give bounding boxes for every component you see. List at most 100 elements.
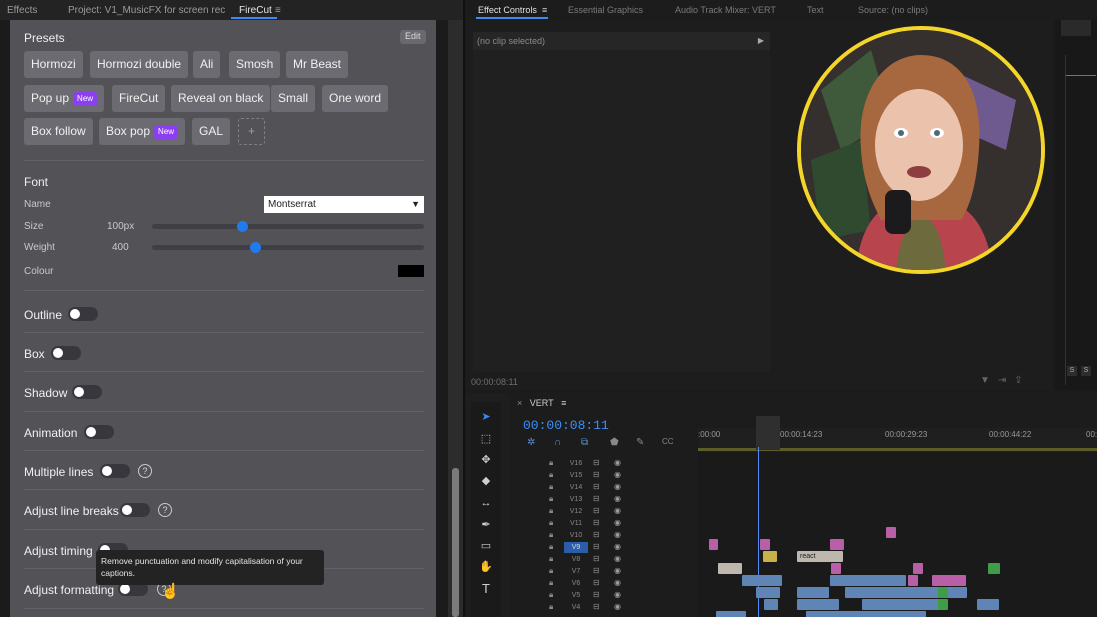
track-name[interactable]: V5 <box>564 590 588 601</box>
eye-icon[interactable]: ◉ <box>614 566 621 575</box>
eye-icon[interactable]: ◉ <box>614 554 621 563</box>
track-name[interactable]: V11 <box>564 518 588 529</box>
timeline-clip[interactable]: react <box>797 551 843 562</box>
playhead-timecode[interactable]: 00:00:08:11 <box>523 418 609 433</box>
sync-icon[interactable]: ⊟ <box>593 506 600 515</box>
nest-icon[interactable]: ✲ <box>527 437 535 448</box>
timeline-clip[interactable] <box>806 611 926 617</box>
track-select-tool-icon[interactable]: ⬚ <box>479 432 493 446</box>
lock-icon[interactable]: 🔒︎ <box>549 578 553 588</box>
timeline-clip[interactable] <box>908 575 918 586</box>
font-size-slider-handle[interactable] <box>237 221 248 232</box>
play-triangle-icon[interactable]: ▶ <box>758 32 764 50</box>
timeline-clip[interactable] <box>830 575 906 586</box>
track-name[interactable]: V15 <box>564 470 588 481</box>
lock-icon[interactable]: 🔒︎ <box>549 530 553 540</box>
panel-menu-icon[interactable]: ≡ <box>561 398 566 408</box>
eye-icon[interactable]: ◉ <box>614 518 621 527</box>
font-colour-swatch[interactable] <box>398 265 424 277</box>
timeline-clip[interactable] <box>718 563 742 574</box>
type-tool-icon[interactable]: T <box>479 582 493 596</box>
export-icon[interactable]: ⇥ <box>998 375 1014 386</box>
linked-selection-icon[interactable]: ⧉ <box>581 437 588 448</box>
timeline-clip[interactable] <box>763 551 777 562</box>
lock-icon[interactable]: 🔒︎ <box>549 506 553 516</box>
tab-effect-controls[interactable]: Effect Controls <box>478 5 537 15</box>
multiple-lines-toggle[interactable] <box>100 464 130 478</box>
ripple-edit-tool-icon[interactable]: ✥ <box>479 453 493 467</box>
track-name[interactable]: V7 <box>564 566 588 577</box>
sync-icon[interactable]: ⊟ <box>593 554 600 563</box>
lock-icon[interactable]: 🔒︎ <box>549 494 553 504</box>
shadow-toggle[interactable] <box>72 385 102 399</box>
sync-icon[interactable]: ⊟ <box>593 470 600 479</box>
timeline-clip[interactable] <box>988 563 1000 574</box>
tab-project[interactable]: Project: V1_MusicFX for screen rec <box>68 5 225 16</box>
help-icon[interactable]: ? <box>158 503 172 517</box>
sync-icon[interactable]: ⊟ <box>593 602 600 611</box>
outline-toggle[interactable] <box>68 307 98 321</box>
preset-chip[interactable]: GAL <box>192 118 231 145</box>
lock-icon[interactable]: 🔒︎ <box>549 566 553 576</box>
sync-icon[interactable]: ⊟ <box>593 482 600 491</box>
timeline-clip[interactable] <box>977 599 999 610</box>
track-name[interactable]: V8 <box>564 554 588 565</box>
eye-icon[interactable]: ◉ <box>614 494 621 503</box>
timeline-clip[interactable] <box>756 587 780 598</box>
tab-firecut[interactable]: FireCut <box>239 5 272 16</box>
preset-chip[interactable]: Box follow <box>24 118 93 145</box>
lock-icon[interactable]: 🔒︎ <box>549 590 553 600</box>
preset-chip[interactable]: Hormozi double <box>90 51 189 78</box>
preset-chip[interactable]: One word <box>322 85 389 112</box>
font-name-select[interactable]: Montserrat ▼ <box>264 196 424 213</box>
sync-icon[interactable]: ⊟ <box>593 542 600 551</box>
sync-icon[interactable]: ⊟ <box>593 590 600 599</box>
tab-effects[interactable]: Effects <box>7 5 37 16</box>
sync-icon[interactable]: ⊟ <box>593 566 600 575</box>
track-name[interactable]: V10 <box>564 530 588 541</box>
eye-icon[interactable]: ◉ <box>614 482 621 491</box>
sync-icon[interactable]: ⊟ <box>593 458 600 467</box>
add-preset-button[interactable]: + <box>238 118 265 145</box>
marker-icon[interactable]: ⬟ <box>610 437 619 448</box>
track-name[interactable]: V16 <box>564 458 588 469</box>
lock-icon[interactable]: 🔒︎ <box>549 458 553 468</box>
eye-icon[interactable]: ◉ <box>614 506 621 515</box>
filter-icon[interactable]: ▼ <box>980 375 998 386</box>
preset-chip[interactable]: Smosh <box>229 51 281 78</box>
razor-tool-icon[interactable]: ◆ <box>479 474 493 488</box>
eye-icon[interactable]: ◉ <box>614 458 621 467</box>
preset-chip[interactable]: FireCut <box>112 85 166 112</box>
preset-chip[interactable]: Reveal on black <box>171 85 271 112</box>
box-toggle[interactable] <box>51 346 81 360</box>
track-name[interactable]: V6 <box>564 578 588 589</box>
preset-chip[interactable]: Box pop New <box>99 118 186 145</box>
edit-presets-button[interactable]: Edit <box>400 30 426 44</box>
slip-tool-icon[interactable]: ↔ <box>479 496 493 510</box>
track-name[interactable]: V13 <box>564 494 588 505</box>
lock-icon[interactable]: 🔒︎ <box>549 482 553 492</box>
selection-tool-icon[interactable]: ➤ <box>479 410 493 424</box>
sync-icon[interactable]: ⊟ <box>593 530 600 539</box>
snap-icon[interactable]: ∩ <box>554 437 561 448</box>
lock-icon[interactable]: 🔒︎ <box>549 554 553 564</box>
captions-icon[interactable]: CC <box>662 437 674 446</box>
lock-icon[interactable]: 🔒︎ <box>549 602 553 612</box>
tab-audio-track-mixer[interactable]: Audio Track Mixer: VERT <box>675 5 776 15</box>
sync-icon[interactable]: ⊟ <box>593 494 600 503</box>
track-name[interactable]: V4 <box>564 602 588 613</box>
timeline-clip[interactable] <box>764 599 778 610</box>
track-name-targeted[interactable]: V9 <box>564 542 588 553</box>
sync-icon[interactable]: ⊟ <box>593 518 600 527</box>
timeline-clip[interactable] <box>716 611 746 617</box>
playhead-handle[interactable] <box>756 416 780 450</box>
timeline-clip[interactable] <box>845 587 967 598</box>
tab-text[interactable]: Text <box>807 5 824 15</box>
timeline-clip[interactable] <box>862 599 942 610</box>
font-weight-slider[interactable] <box>152 245 424 250</box>
share-icon[interactable]: ⇪ <box>1014 375 1030 386</box>
lock-icon[interactable]: 🔒︎ <box>549 518 553 528</box>
track-name[interactable]: V14 <box>564 482 588 493</box>
solo-button[interactable]: S <box>1067 366 1077 376</box>
preset-chip[interactable]: Pop up New <box>24 85 105 112</box>
